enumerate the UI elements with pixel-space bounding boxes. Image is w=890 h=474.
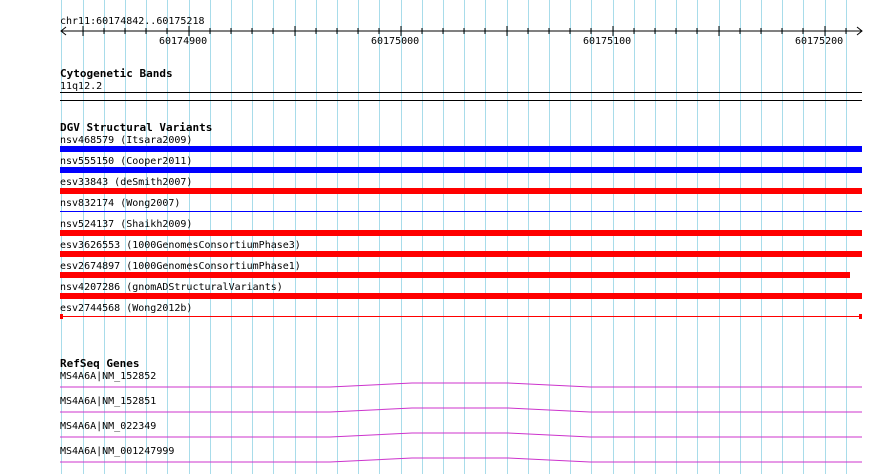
gene-models <box>60 382 862 463</box>
gene-intron-line[interactable] <box>60 457 862 463</box>
gene-intron-line[interactable] <box>60 432 862 438</box>
gene-intron-line[interactable] <box>60 382 862 388</box>
gene-intron-line[interactable] <box>60 407 862 413</box>
